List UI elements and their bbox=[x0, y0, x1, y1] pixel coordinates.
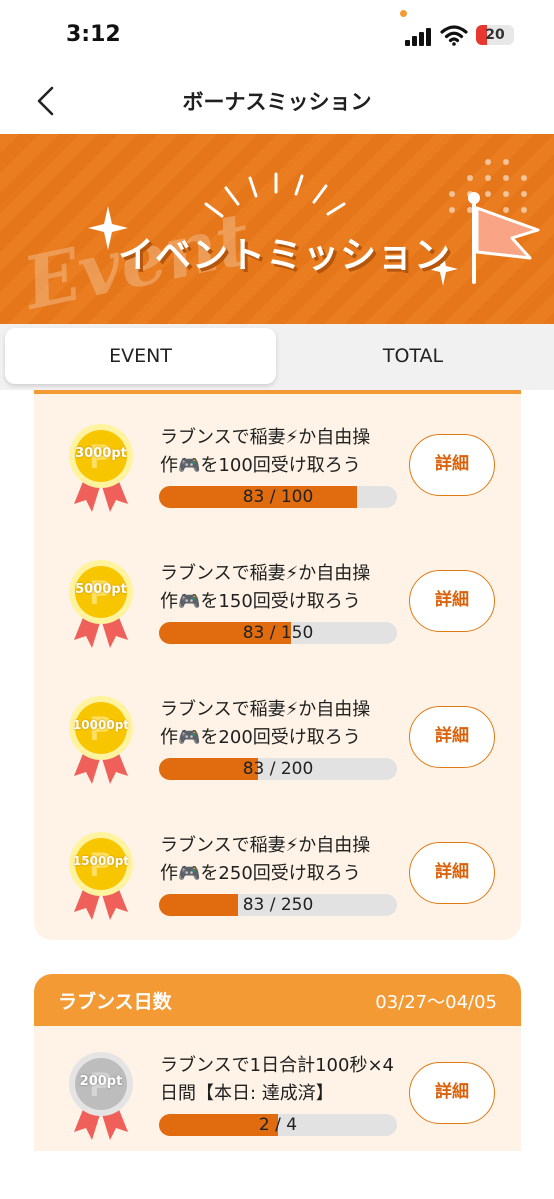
tab-bar: EVENT TOTAL bbox=[0, 324, 554, 390]
tab-total[interactable]: TOTAL bbox=[278, 328, 548, 384]
mission-description: ラブンスで稲妻⚡か自由操 作🎮を200回受け取ろう bbox=[160, 696, 400, 752]
mission-text-line: ラブンスで稲妻⚡か自由操 bbox=[160, 563, 371, 584]
mission-row: P 5000pt ラブンスで稲妻⚡か自由操 作🎮を150回受け取ろう 83 / … bbox=[34, 530, 521, 648]
details-button[interactable]: 詳細 bbox=[409, 706, 495, 768]
reward-points: 15000pt bbox=[72, 854, 130, 868]
mission-description: ラブンスで稲妻⚡か自由操 作🎮を150回受け取ろう bbox=[160, 560, 400, 616]
section-missions-card: P 200pt ラブンスで1日合計100秒×4 日間【本日: 達成済】 2 / … bbox=[34, 1026, 521, 1151]
mission-text-line: 作🎮を250回受け取ろう bbox=[160, 863, 361, 884]
progress-text: 83 / 100 bbox=[242, 487, 314, 507]
details-button[interactable]: 詳細 bbox=[409, 1062, 495, 1124]
gold-medal-icon: P bbox=[69, 560, 133, 648]
progress-bar: 2 / 4 bbox=[159, 1114, 397, 1136]
tab-event[interactable]: EVENT bbox=[5, 328, 276, 384]
flag-icon bbox=[468, 192, 540, 284]
reward-points: 10000pt bbox=[72, 718, 130, 732]
gold-medal-icon: P bbox=[69, 832, 133, 920]
mission-text-line: ラブンスで稲妻⚡か自由操 bbox=[160, 699, 371, 720]
details-button[interactable]: 詳細 bbox=[409, 434, 495, 496]
section-title: ラブンス日数 bbox=[58, 991, 172, 1013]
mission-text-line: ラブンスで稲妻⚡か自由操 bbox=[160, 835, 371, 856]
progress-bar: 83 / 100 bbox=[159, 486, 397, 508]
mission-description: ラブンスで1日合計100秒×4 日間【本日: 達成済】 bbox=[160, 1052, 400, 1108]
progress-text: 83 / 150 bbox=[242, 623, 314, 643]
reward-points: 200pt bbox=[79, 1074, 123, 1089]
section-date-range: 03/27〜04/05 bbox=[375, 992, 497, 1013]
reward-points: 3000pt bbox=[75, 446, 127, 461]
reward-points: 5000pt bbox=[75, 582, 127, 597]
progress-bar: 83 / 200 bbox=[159, 758, 397, 780]
status-time: 3:12 bbox=[66, 22, 121, 47]
mission-text-line: 作🎮を200回受け取ろう bbox=[160, 727, 361, 748]
battery-level: 20 bbox=[485, 27, 505, 43]
details-button[interactable]: 詳細 bbox=[409, 842, 495, 904]
event-missions-card: P 3000pt ラブンスで稲妻⚡か自由操 作🎮を100回受け取ろう 83 / … bbox=[34, 390, 521, 940]
event-banner: Event イベントミッション bbox=[0, 134, 554, 324]
battery-icon: 20 bbox=[476, 25, 514, 45]
cellular-signal-icon bbox=[405, 28, 431, 46]
progress-text: 83 / 250 bbox=[242, 895, 314, 915]
nav-bar: ボーナスミッション bbox=[0, 70, 554, 134]
mission-row: P 10000pt ラブンスで稲妻⚡か自由操 作🎮を200回受け取ろう 83 /… bbox=[34, 666, 521, 784]
mission-row: P 200pt ラブンスで1日合計100秒×4 日間【本日: 達成済】 2 / … bbox=[34, 1022, 521, 1140]
section-header: ラブンス日数 03/27〜04/05 bbox=[34, 974, 521, 1026]
mission-text-line: 日間【本日: 達成済】 bbox=[160, 1083, 334, 1104]
details-button[interactable]: 詳細 bbox=[409, 570, 495, 632]
privacy-indicator-dot bbox=[400, 10, 407, 17]
mission-row: P 3000pt ラブンスで稲妻⚡か自由操 作🎮を100回受け取ろう 83 / … bbox=[34, 394, 521, 512]
mission-row: P 15000pt ラブンスで稲妻⚡か自由操 作🎮を250回受け取ろう 83 /… bbox=[34, 802, 521, 920]
status-bar: 3:12 20 bbox=[0, 0, 554, 70]
wifi-icon bbox=[440, 25, 468, 46]
banner-title: イベントミッション bbox=[118, 235, 452, 276]
progress-text: 83 / 200 bbox=[242, 759, 314, 779]
mission-text-line: 作🎮を100回受け取ろう bbox=[160, 455, 361, 476]
progress-bar: 83 / 250 bbox=[159, 894, 397, 916]
page-title: ボーナスミッション bbox=[182, 90, 372, 114]
mission-text-line: 作🎮を150回受け取ろう bbox=[160, 591, 361, 612]
gold-medal-icon: P bbox=[69, 696, 133, 784]
progress-text: 2 / 4 bbox=[258, 1115, 298, 1135]
mission-text-line: ラブンスで稲妻⚡か自由操 bbox=[160, 427, 371, 448]
gold-medal-icon: P bbox=[69, 424, 133, 512]
mission-description: ラブンスで稲妻⚡か自由操 作🎮を250回受け取ろう bbox=[160, 832, 400, 888]
progress-bar: 83 / 150 bbox=[159, 622, 397, 644]
mission-description: ラブンスで稲妻⚡か自由操 作🎮を100回受け取ろう bbox=[160, 424, 400, 480]
silver-medal-icon: P bbox=[69, 1052, 133, 1140]
mission-text-line: ラブンスで1日合計100秒×4 bbox=[160, 1055, 394, 1076]
